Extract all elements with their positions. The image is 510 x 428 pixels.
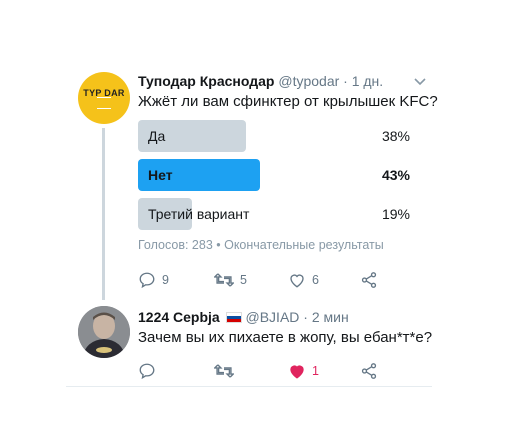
- like-icon: [290, 274, 304, 288]
- like-count: 1: [312, 364, 319, 378]
- poll-option: Третий вариант 19%: [138, 198, 410, 230]
- share-icon: [361, 363, 377, 379]
- avatar[interactable]: [78, 306, 130, 358]
- share-button[interactable]: [360, 362, 378, 380]
- poll-option-label: Третий вариант: [148, 206, 250, 222]
- poll-option-percent: 19%: [381, 206, 410, 222]
- like-button[interactable]: 1: [288, 362, 319, 380]
- logo-mark-icon: [97, 96, 111, 109]
- share-button[interactable]: [360, 271, 378, 289]
- share-icon: [361, 272, 377, 288]
- thread-connector-line: [102, 128, 105, 300]
- reply-count: 9: [162, 273, 169, 287]
- retweet-button[interactable]: 5: [214, 271, 247, 289]
- caret-down-icon[interactable]: [414, 74, 426, 89]
- handle-and-time[interactable]: @BJIAD · 2 мин: [246, 309, 349, 325]
- poll-option: Нет 43%: [138, 159, 410, 191]
- tweet-header: Туподар Краснодар @typodar · 1 дн.: [138, 73, 383, 89]
- divider: [66, 386, 432, 387]
- reply-icon: [139, 363, 155, 380]
- handle-and-time[interactable]: @typodar · 1 дн.: [278, 73, 383, 89]
- avatar[interactable]: TYP DAR: [78, 72, 130, 124]
- tweet-header: 1224 Cepbja @BJIAD · 2 мин: [138, 309, 349, 325]
- reply-icon: [139, 272, 155, 289]
- poll-option-label: Да: [148, 128, 166, 144]
- retweet-icon: [214, 364, 234, 378]
- author-name[interactable]: 1224 Cepbja: [138, 309, 220, 325]
- like-button[interactable]: 6: [288, 271, 319, 289]
- poll-summary: Голосов: 283 • Окончательные результаты: [138, 238, 384, 252]
- tweet-text: Жжёт ли вам сфинктер от крылышек KFC?: [138, 93, 438, 110]
- poll-option-percent: 38%: [381, 128, 410, 144]
- author-name[interactable]: Туподар Краснодар: [138, 73, 274, 89]
- retweet-button[interactable]: [214, 362, 234, 380]
- like-count: 6: [312, 273, 319, 287]
- poll-option: Да 38%: [138, 120, 410, 152]
- flag-slovenia-icon: [225, 312, 242, 323]
- poll-option-label: Нет: [148, 167, 173, 183]
- like-icon: [290, 365, 304, 379]
- reply-button[interactable]: [138, 362, 156, 380]
- retweet-count: 5: [240, 273, 247, 287]
- tweet-text: Зачем вы их пихаете в жопу, вы ебан*т*е?: [138, 329, 433, 346]
- reply-button[interactable]: 9: [138, 271, 169, 289]
- retweet-icon: [214, 273, 234, 287]
- poll-option-percent: 43%: [381, 167, 410, 183]
